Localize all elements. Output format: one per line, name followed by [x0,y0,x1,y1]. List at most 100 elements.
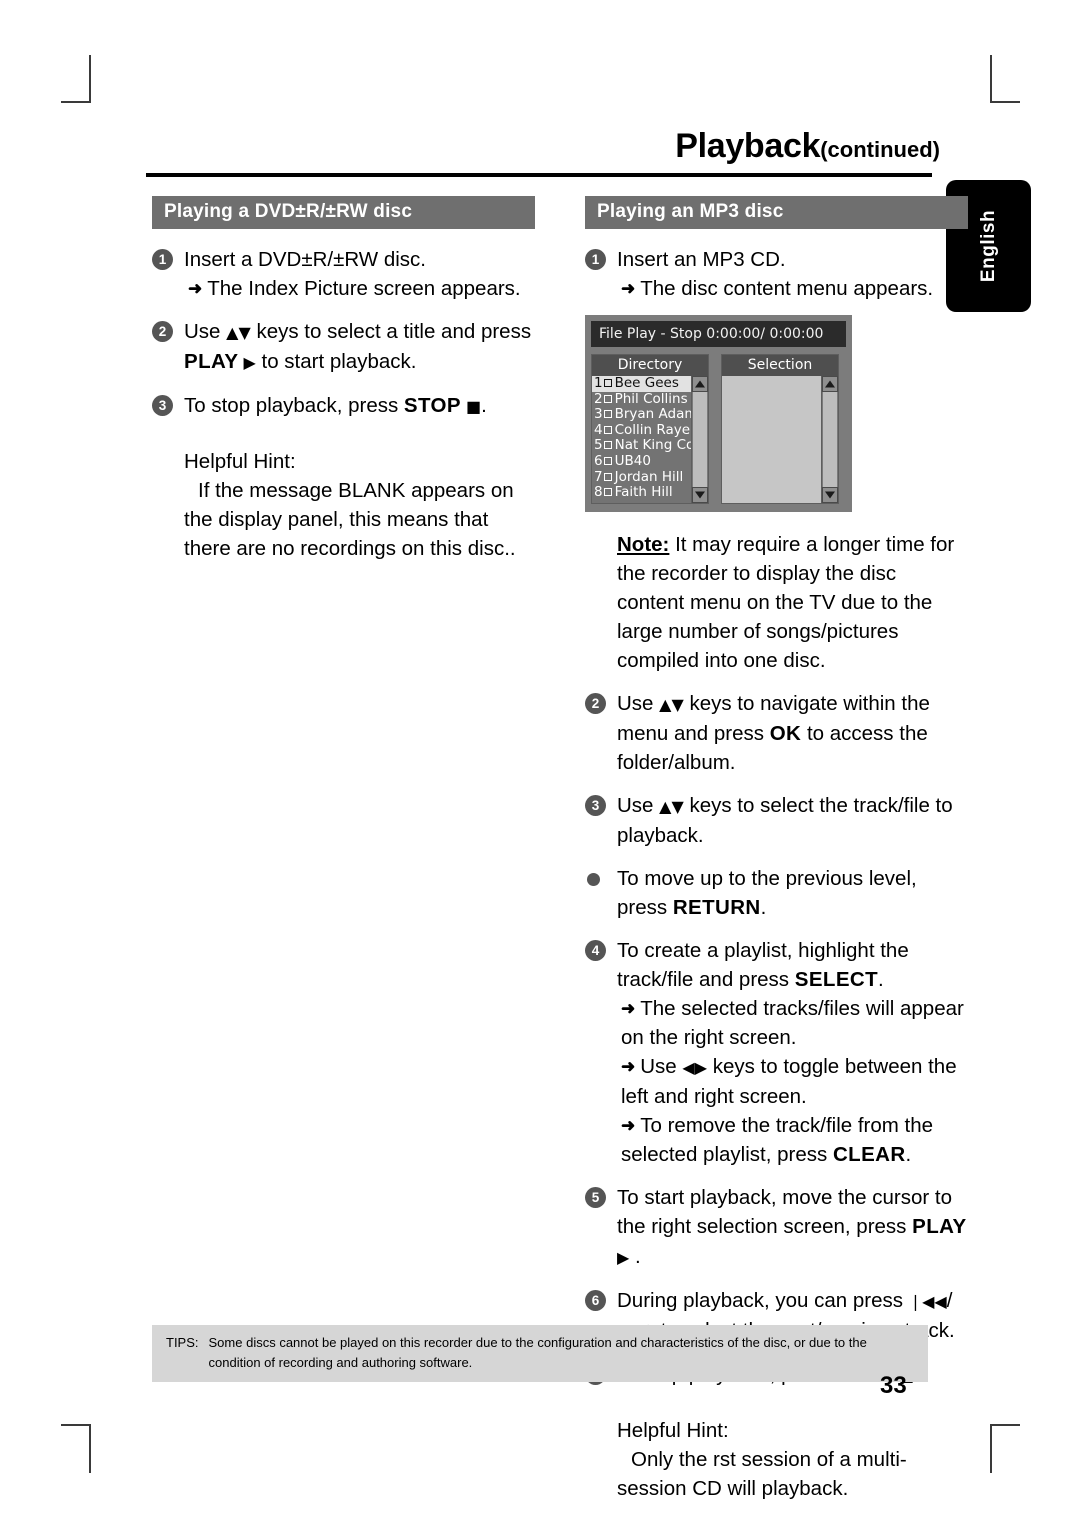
dvd-steps-list: 1 Insert a DVD±R/±RW disc. ➜ The Index Pi… [152,245,535,421]
tips-label: TIPS: [166,1335,199,1350]
directory-list-item[interactable]: 2 Phil Collins [592,392,691,408]
list-item-index: 7 [594,469,603,485]
directory-list-item[interactable]: 6 UB40 [592,454,691,470]
osd-title-bar: File Play - Stop 0:00:00/ 0:00:00 [591,321,846,347]
list-item-index: 1 [594,376,603,391]
list-item-label: Phil Collins [614,391,688,407]
checkbox-icon[interactable] [603,410,612,419]
arrow-icon: ➜ [621,1116,636,1135]
list-item-label: Bee Gees [614,376,679,391]
checkbox-icon[interactable] [603,456,612,465]
arrow-icon: ➜ [621,279,636,298]
key-glyph-icon: ▲▼ [659,797,684,816]
key-glyph-icon: ■ [460,397,482,416]
step-text: To create a playlist, highlight the trac… [617,939,909,991]
list-item-index: 5 [594,438,603,454]
step-item: 3 Use ▲▼ keys to select the track/file t… [585,791,968,850]
list-item-label: Collin Raye [614,422,691,438]
step-substep: ➜ The disc content menu appears. [617,274,968,303]
step-number-badge: 2 [585,693,606,714]
scrollbar-track[interactable] [692,392,708,487]
step-item: 5 To start playback, move the cursor to … [585,1183,968,1272]
directory-list[interactable]: 1 Bee Gees 2 Phil Collins 3 Bryan Adam 4 Collin… [592,376,691,503]
title-divider [146,173,932,177]
selection-scrollbar[interactable] [821,376,838,503]
directory-list-item[interactable]: 8 Faith Hill [592,485,691,501]
crop-mark-bottom-right-vertical [990,1425,992,1473]
substep-text: To remove the track/file from the select… [621,1114,934,1166]
key-glyph-icon: ▲▼ [659,695,684,714]
crop-mark-top-right-vertical [990,55,992,103]
directory-list-item[interactable]: 4 Collin Raye [592,423,691,439]
scroll-down-arrow-icon[interactable] [692,487,708,503]
osd-panes: Directory 1 Bee Gees 2 Phil Collins 3 Bryan A… [591,354,846,504]
checkbox-icon[interactable] [603,379,612,387]
list-item-index: 3 [594,407,603,423]
step-number-badge: 6 [585,1290,606,1311]
key-label: STOP [403,394,461,417]
step-substep: ➜ To remove the track/file from the selec… [617,1111,968,1169]
step-item: 4 To create a playlist, highlight the tr… [585,936,968,1169]
selection-pane-body [722,376,838,503]
step-text: Insert a DVD±R/±RW disc. [184,248,426,271]
substep-text: The selected tracks/files will appear on… [621,997,964,1049]
checkbox-icon[interactable] [603,472,612,481]
step-item: 2 Use ▲▼ keys to select a title and pres… [152,317,535,377]
key-glyph-icon: ▶ [617,1248,630,1267]
page-number: 33 [880,1372,907,1399]
step-number-badge: 3 [585,795,606,816]
directory-list-item[interactable]: 1 Bee Gees [592,376,691,392]
step-text: Insert an MP3 CD. [617,248,786,271]
step-number-badge: 2 [152,321,173,342]
arrow-icon: ➜ [621,999,636,1018]
key-glyph-icon: ◀▶ [682,1058,708,1077]
section-header-mp3: Playing an MP3 disc [585,196,968,229]
step-substep: ➜ The Index Picture screen appears. [184,274,535,303]
scroll-up-arrow-icon[interactable] [692,376,708,392]
bullet-dot-icon [587,873,600,886]
list-item-label: Bryan Adam [614,407,691,423]
crop-mark-bottom-left-vertical [89,1425,91,1473]
step-text: To start playback, move the cursor to th… [617,1186,967,1268]
crop-mark-bottom-left-horizontal [61,1424,91,1426]
step-number-badge: 5 [585,1187,606,1208]
selection-list[interactable] [722,376,821,503]
checkbox-icon[interactable] [603,394,612,403]
checkbox-icon[interactable] [603,441,612,450]
disc-content-menu-screenshot: File Play - Stop 0:00:00/ 0:00:00 Direct… [585,315,852,512]
scroll-up-arrow-icon[interactable] [822,376,838,392]
crop-mark-top-left-horizontal [61,101,91,103]
crop-mark-top-right-horizontal [990,101,1020,103]
scroll-down-arrow-icon[interactable] [822,487,838,503]
key-glyph-icon: ❘◀◀ [908,1292,947,1311]
list-item-index: 8 [594,485,603,501]
checkbox-icon[interactable] [603,488,612,497]
mp3-steps-list: 1 Insert an MP3 CD. ➜ The disc content me… [585,245,968,1390]
step-number-badge: 3 [152,395,173,416]
hint-body: Only the rst session of a multi-session … [617,1448,907,1500]
hint-heading: Helpful Hint: [617,1419,729,1442]
key-label: SELECT [794,968,879,991]
tips-footer: TIPS: Some discs cannot be played on thi… [152,1325,928,1382]
step-text: Use ▲▼ keys to select the track/file to … [617,794,953,847]
hint-heading: Helpful Hint: [184,450,296,473]
directory-list-item[interactable]: 7 Jordan Hill [592,470,691,486]
key-label: OK [769,722,802,745]
key-label: PLAY [184,350,239,373]
helpful-hint-dvd: Helpful Hint: If the message BLANK appea… [152,447,535,563]
directory-list-item[interactable]: 3 Bryan Adam [592,407,691,423]
page-title-main: Playback [675,127,821,165]
note-label: Note: [617,533,670,556]
directory-pane-body: 1 Bee Gees 2 Phil Collins 3 Bryan Adam 4 Collin… [592,376,708,503]
list-item-label: UB40 [614,453,651,469]
checkbox-icon[interactable] [603,425,612,434]
list-item-index: 6 [594,453,603,469]
directory-list-item[interactable]: 5 Nat King Co [592,438,691,454]
step-item-bullet: To move up to the previous level, press … [585,864,968,922]
section-header-dvd: Playing a DVD±R/±RW disc [152,196,535,229]
directory-scrollbar[interactable] [691,376,708,503]
page-title-sub: (continued) [820,137,940,162]
scrollbar-track[interactable] [822,392,838,487]
crop-mark-top-left-vertical [89,55,91,103]
tips-text: Some discs cannot be played on this reco… [208,1335,867,1370]
